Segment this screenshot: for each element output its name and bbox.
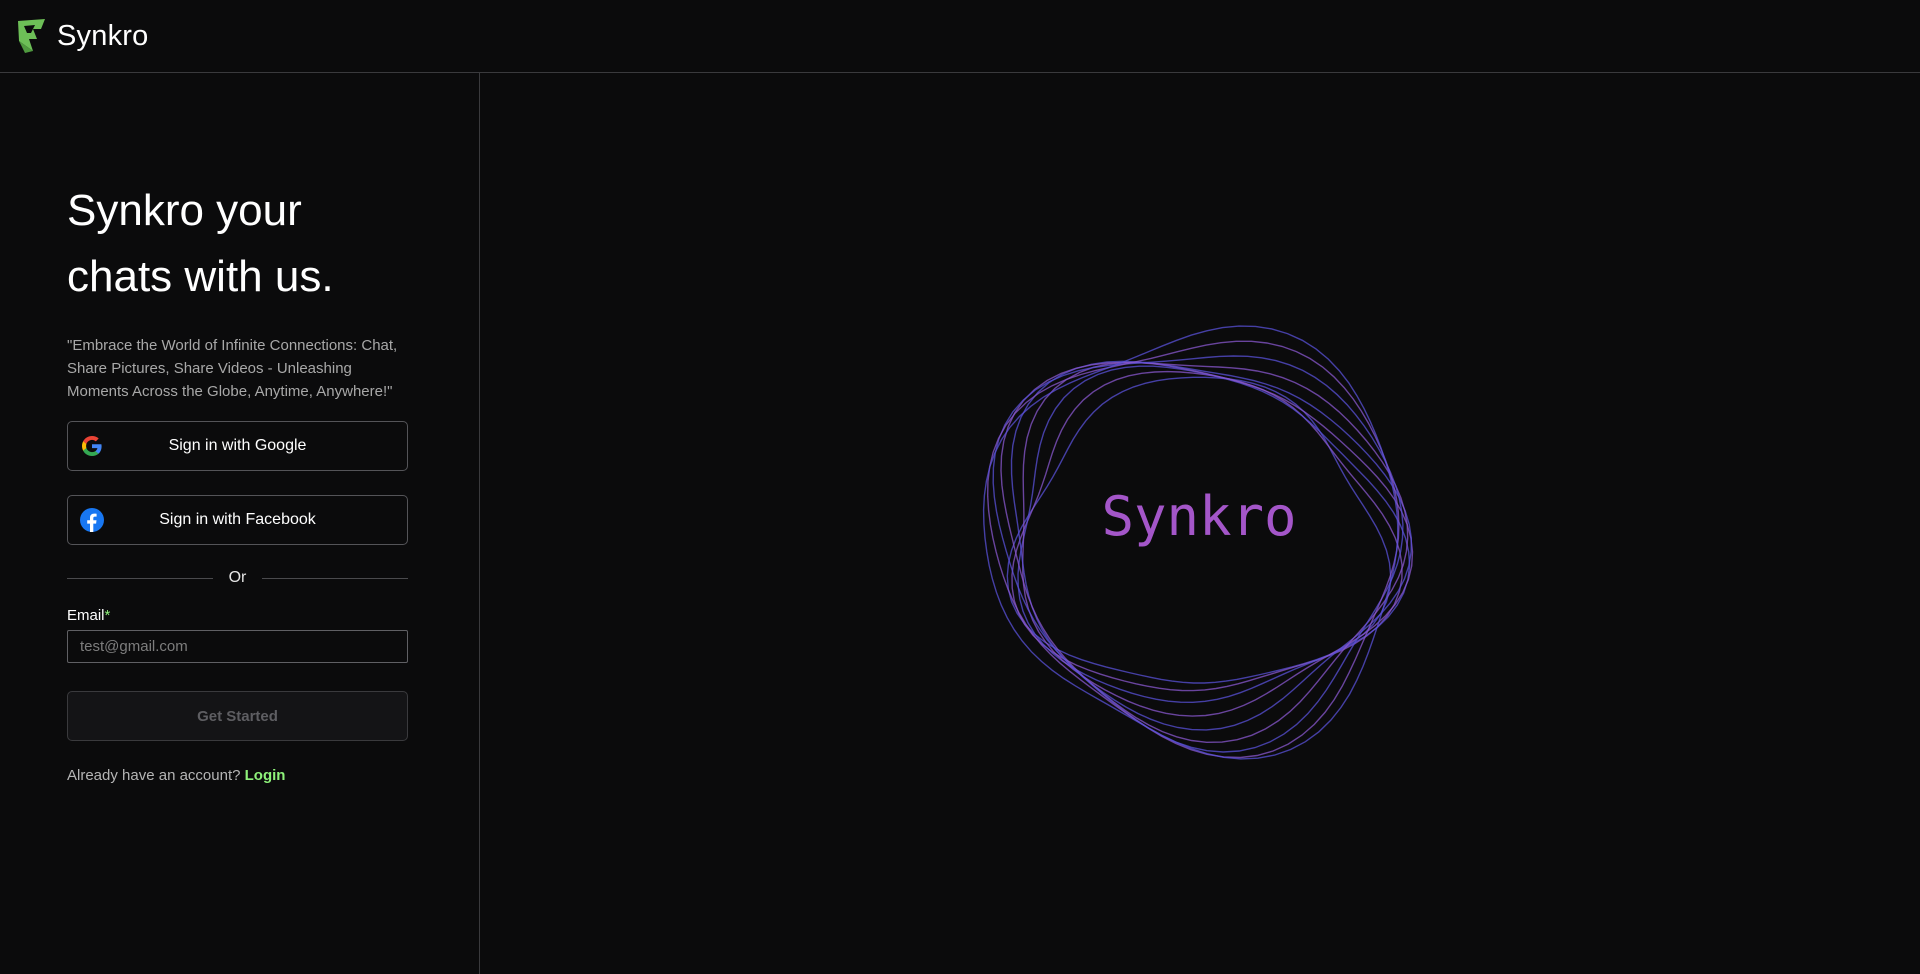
facebook-signin-button[interactable]: Sign in with Facebook [67, 495, 408, 545]
required-marker: * [104, 607, 111, 624]
wave-ring [992, 355, 1404, 753]
top-bar: Synkro [0, 0, 1920, 73]
divider-text: Or [228, 569, 247, 586]
auth-content: Synkro your chats with us. "Embrace the … [67, 178, 412, 784]
divider-line-left [67, 577, 213, 579]
google-signin-button[interactable]: Sign in with Google [67, 421, 408, 471]
hero-visual: Synkro [481, 73, 1920, 974]
wave-ring [986, 340, 1400, 759]
login-link[interactable]: Login [245, 767, 286, 784]
email-label-text: Email [67, 607, 105, 624]
google-icon [82, 436, 102, 456]
account-prompt-text: Already have an account? [67, 767, 241, 784]
synkro-logo-icon [18, 19, 45, 53]
facebook-icon [80, 508, 104, 532]
email-field[interactable] [67, 630, 408, 663]
tagline-quote: "Embrace the World of Infinite Connectio… [67, 337, 398, 400]
divider-line-right [262, 577, 408, 579]
google-signin-label: Sign in with Google [168, 437, 307, 454]
auth-panel: Synkro your chats with us. "Embrace the … [0, 73, 480, 974]
email-label: Email* [67, 607, 412, 624]
brand-logo[interactable]: Synkro [15, 17, 148, 55]
login-prompt: Already have an account? Login [67, 767, 412, 784]
wave-ring [1000, 361, 1409, 744]
facebook-signin-label: Sign in with Facebook [159, 511, 316, 528]
page-title: Synkro your chats with us. [67, 186, 334, 301]
or-divider: Or [67, 569, 408, 587]
brand-name: Synkro [57, 19, 149, 52]
get-started-button[interactable]: Get Started [67, 691, 408, 741]
hero-canvas: Synkro [982, 325, 1414, 760]
hero-brand-text: Synkro [1101, 485, 1296, 548]
